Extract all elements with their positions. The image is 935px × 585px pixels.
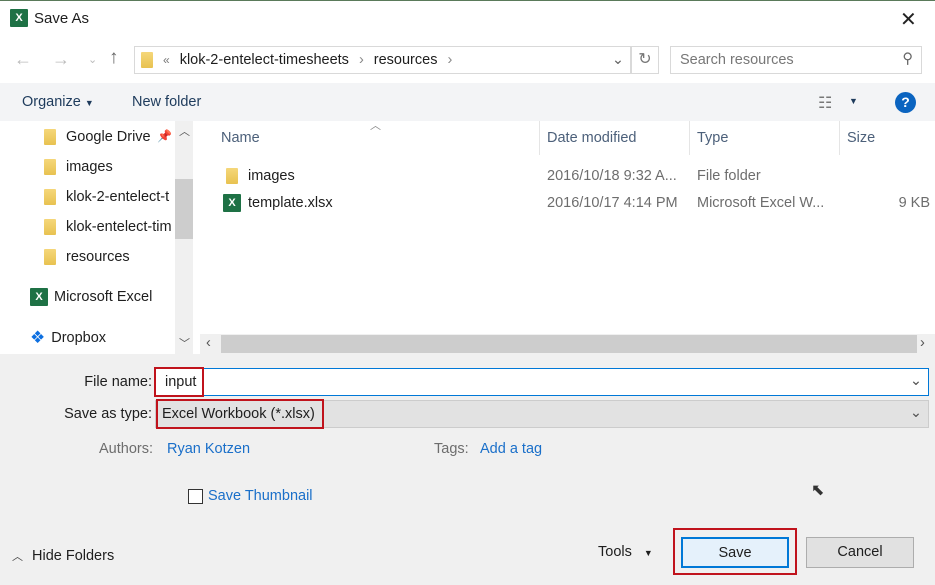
help-icon[interactable]: ?: [895, 92, 916, 113]
breadcrumb-segment[interactable]: resources: [374, 52, 438, 68]
tools-label: Tools: [598, 544, 632, 560]
highlight-box: [156, 399, 324, 429]
forward-icon[interactable]: →: [52, 49, 70, 70]
save-button[interactable]: Save: [681, 537, 789, 568]
file-date: 2016/10/18 9:32 A...: [547, 168, 677, 184]
nav-item-klok-entelect[interactable]: klok-entelect-tim: [44, 219, 175, 235]
tools-button[interactable]: Tools ▼: [598, 544, 653, 560]
nav-label: Google Drive: [66, 129, 151, 145]
file-name-input[interactable]: input ⌄: [155, 368, 929, 396]
folder-icon: [44, 189, 56, 205]
address-bar[interactable]: « klok-2-entelect-timesheets › resources…: [134, 46, 631, 74]
hide-folders-button[interactable]: ︿ Hide Folders: [12, 548, 114, 564]
caret-down-icon: ▼: [643, 548, 653, 558]
search-input[interactable]: Search resources ⚲: [670, 46, 922, 74]
column-divider[interactable]: [839, 121, 840, 155]
chevron-up-icon: ︿: [12, 551, 23, 563]
nav-item-google-drive[interactable]: Google Drive: [44, 129, 175, 145]
folder-icon: [44, 249, 56, 265]
scroll-down-icon[interactable]: ﹀: [179, 335, 190, 351]
tags-label: Tags:: [434, 441, 469, 457]
pin-icon[interactable]: 📌: [157, 129, 172, 143]
nav-item-images[interactable]: images: [44, 159, 175, 175]
nav-label: images: [66, 159, 113, 175]
file-type: File folder: [697, 168, 761, 184]
command-bar: Organize ▼ New folder ☷ ▼ ?: [0, 83, 935, 121]
file-name: images: [248, 168, 295, 184]
highlight-box: [154, 367, 204, 397]
file-name: template.xlsx: [248, 195, 333, 211]
file-row[interactable]: X template.xlsx 2016/10/17 4:14 PM Micro…: [215, 192, 930, 216]
organize-label: Organize: [22, 94, 81, 110]
save-as-type-label: Save as type:: [64, 406, 152, 422]
excel-app-icon: X: [10, 9, 28, 27]
hide-folders-label: Hide Folders: [32, 548, 115, 564]
sort-ascending-icon: ︿: [370, 120, 381, 132]
file-date: 2016/10/17 4:14 PM: [547, 195, 678, 211]
scroll-thumb[interactable]: [221, 335, 917, 353]
nav-label: resources: [66, 249, 130, 265]
file-name-label: File name:: [84, 374, 152, 390]
tags-input[interactable]: Add a tag: [480, 441, 542, 457]
excel-icon: X: [30, 288, 48, 306]
folder-icon: [226, 168, 238, 184]
nav-label: Dropbox: [51, 330, 107, 346]
nav-scrollbar[interactable]: ︿ ﹀: [175, 121, 193, 354]
organize-button[interactable]: Organize ▼: [22, 94, 94, 110]
nav-label: Microsoft Excel: [54, 289, 153, 305]
nav-item-microsoft-excel[interactable]: X Microsoft Excel: [30, 288, 175, 306]
file-size: 9 KB: [898, 195, 930, 211]
caret-down-icon: ▼: [84, 98, 94, 108]
save-thumbnail-checkbox[interactable]: [188, 489, 203, 504]
nav-item-resources[interactable]: resources: [44, 249, 175, 265]
scroll-up-icon[interactable]: ︿: [179, 123, 190, 139]
excel-file-icon: X: [223, 194, 241, 212]
scroll-right-icon[interactable]: ›: [920, 335, 925, 351]
new-folder-button[interactable]: New folder: [132, 94, 201, 110]
scroll-left-icon[interactable]: ‹: [206, 335, 211, 351]
back-icon[interactable]: ←: [14, 49, 32, 70]
title-bar: X Save As: [10, 9, 89, 27]
column-type[interactable]: Type: [697, 130, 728, 146]
nav-label: klok-entelect-tim: [66, 219, 172, 235]
view-dropdown-icon[interactable]: ▼: [849, 96, 858, 106]
scroll-thumb[interactable]: [175, 179, 193, 239]
cancel-button[interactable]: Cancel: [806, 537, 914, 568]
overflow-chevron[interactable]: «: [163, 53, 170, 67]
close-icon[interactable]: ✕: [900, 7, 917, 32]
up-arrow-icon[interactable]: ↑: [109, 47, 119, 69]
column-date-modified[interactable]: Date modified: [547, 130, 636, 146]
column-divider[interactable]: [689, 121, 690, 155]
address-dropdown-icon[interactable]: ⌄: [612, 52, 624, 68]
dropbox-icon: ❖: [30, 328, 46, 347]
file-type: Microsoft Excel W...: [697, 195, 825, 211]
nav-label: klok-2-entelect-t: [66, 189, 170, 205]
folder-icon: [44, 219, 56, 235]
google-drive-folder-icon: [44, 129, 56, 145]
column-name[interactable]: Name: [221, 130, 260, 146]
window-title: Save As: [34, 9, 90, 27]
folder-icon: [44, 159, 56, 175]
dropdown-chevron-icon[interactable]: ⌄: [910, 373, 922, 389]
authors-value[interactable]: Ryan Kotzen: [167, 441, 250, 457]
nav-item-dropbox[interactable]: ❖ Dropbox: [30, 328, 175, 348]
authors-label: Authors:: [99, 441, 153, 457]
column-size[interactable]: Size: [847, 130, 875, 146]
chevron-right-icon[interactable]: ›: [359, 52, 364, 68]
view-options-icon[interactable]: ☷: [818, 93, 832, 113]
mouse-cursor-icon: ⬉: [811, 482, 825, 499]
save-thumbnail-label[interactable]: Save Thumbnail: [208, 488, 313, 504]
chevron-right-icon[interactable]: ›: [447, 52, 452, 68]
breadcrumb-segment[interactable]: klok-2-entelect-timesheets: [180, 52, 349, 68]
nav-item-klok-2[interactable]: klok-2-entelect-t: [44, 189, 175, 205]
search-icon: ⚲: [902, 51, 913, 67]
search-placeholder: Search resources: [680, 52, 794, 68]
recent-chevron-icon[interactable]: ⌄: [88, 53, 97, 66]
column-divider[interactable]: [539, 121, 540, 155]
folder-icon: [141, 52, 153, 68]
file-row[interactable]: images 2016/10/18 9:32 A... File folder: [215, 165, 930, 189]
horizontal-scrollbar[interactable]: ‹ ›: [200, 334, 935, 354]
refresh-icon[interactable]: ↻: [631, 46, 659, 74]
dropdown-chevron-icon[interactable]: ⌄: [910, 405, 922, 421]
